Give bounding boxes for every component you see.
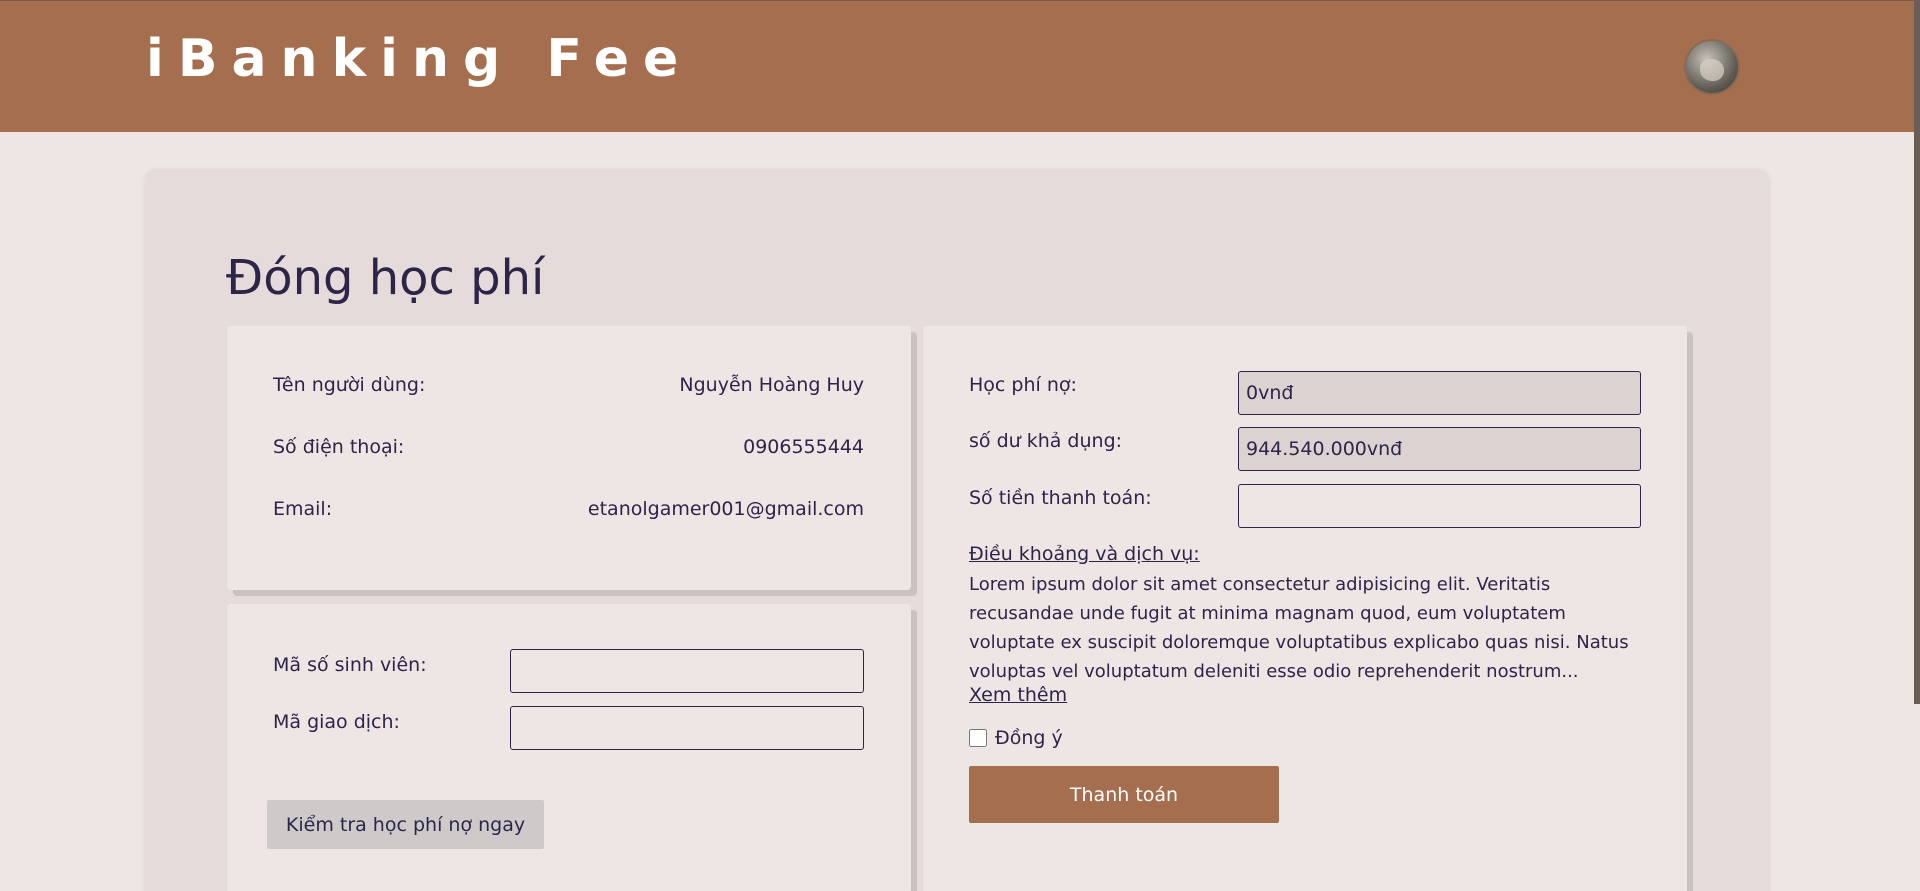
user-name-value: Nguyễn Hoàng Huy — [679, 374, 864, 396]
email-value: etanolgamer001@gmail.com — [587, 498, 864, 520]
brand-logo-text[interactable]: iBanking Fee — [146, 29, 692, 89]
student-id-input[interactable] — [510, 649, 864, 693]
terms-text: Lorem ipsum dolor sit amet consectetur a… — [969, 574, 1629, 682]
pay-button[interactable]: Thanh toán — [969, 766, 1279, 823]
payment-amount-input[interactable] — [1238, 484, 1641, 528]
phone-value: 0906555444 — [743, 436, 864, 458]
page-title: Đóng học phí — [226, 250, 545, 306]
user-avatar[interactable] — [1684, 39, 1740, 95]
page-scrollbar[interactable] — [1914, 0, 1920, 704]
agree-checkbox-row[interactable]: Đồng ý — [969, 727, 1063, 749]
terms-link[interactable]: Điều khoảng và dịch vụ: — [969, 543, 1200, 565]
see-more-link[interactable]: Xem thêm — [969, 684, 1067, 706]
check-fee-button[interactable]: Kiểm tra học phí nợ ngay — [267, 800, 544, 849]
student-id-label: Mã số sinh viên: — [273, 654, 427, 676]
balance-label: số dư khả dụng: — [969, 430, 1123, 452]
agree-checkbox[interactable] — [969, 729, 987, 747]
debt-label: Học phí nợ: — [969, 374, 1077, 396]
transaction-id-label: Mã giao dịch: — [273, 711, 400, 733]
user-info-panel — [227, 326, 911, 590]
user-name-label: Tên người dùng: — [273, 374, 426, 396]
top-navbar: iBanking Fee — [0, 0, 1920, 132]
agree-label: Đồng ý — [995, 727, 1063, 749]
transaction-id-input[interactable] — [510, 706, 864, 750]
phone-label: Số điện thoại: — [273, 436, 405, 458]
debt-field[interactable] — [1238, 371, 1641, 415]
balance-field[interactable] — [1238, 427, 1641, 471]
email-label: Email: — [273, 498, 333, 520]
amount-label: Số tiền thanh toán: — [969, 487, 1152, 509]
